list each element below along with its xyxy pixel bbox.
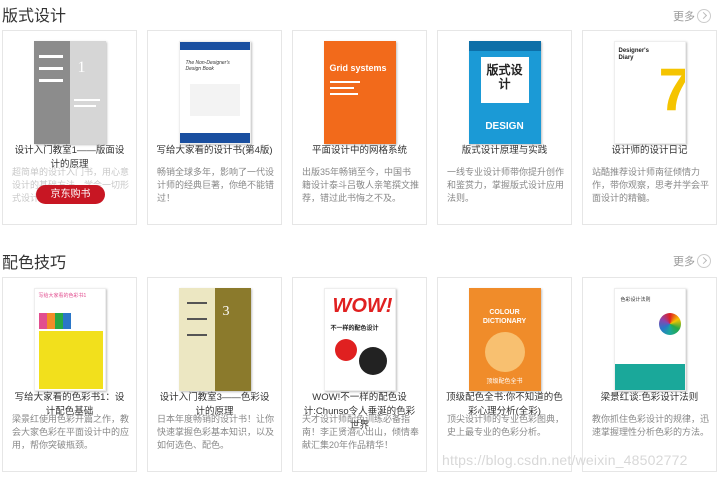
book-title[interactable]: 梁景红谈:色彩设计法则 (591, 391, 708, 405)
book-card[interactable]: 写给大家看的色彩书1 写给大家看的色彩书1：设计配色基础 梁景红使用色彩开篇之作… (2, 277, 137, 472)
book-description: 梁景红使用色彩开篇之作，教会大家色彩在平面设计中的应用，帮你突破瓶颈。 (12, 414, 130, 450)
book-description: 一线专业设计师带你提升创作和鉴赏力，掌握版式设计应用法则。 (447, 167, 565, 203)
book-title[interactable]: 版式设计原理与实践 (446, 144, 563, 158)
book-title[interactable]: 平面设计中的网格系统 (301, 144, 418, 158)
book-description: 日本年度畅销的设计书！让你快速掌握色彩基本知识，以及如何选色、配色。 (157, 414, 275, 450)
book-description: 天才设计师配色训练必备指南！李正贤潜心出山，倾情奉献汇集20年作品精华！ (302, 414, 420, 450)
book-cover: COLOUR DICTIONARY 顶级配色全书 (468, 288, 541, 391)
book-card[interactable]: Designer's Diary 7 设计师的设计日记 站酷推荐设计师南征倾情力… (582, 30, 717, 225)
book-card[interactable]: Grid systems 平面设计中的网格系统 出版35年畅销至今，中国书籍设计… (292, 30, 427, 225)
more-link-color[interactable]: 更多 (673, 253, 711, 269)
book-card[interactable]: 色彩设计法则 梁景红谈:色彩设计法则 教你抓住色彩设计的规律，迅速掌握理性分析色… (582, 277, 717, 472)
book-cover: 色彩设计法则 (613, 288, 686, 391)
book-card[interactable]: 1 设计入门教室1——版面设计的原理 超简单的设计入门书，用心意设计的基础方法，… (2, 30, 137, 225)
book-cover: WOW! 不一样的配色设计 (323, 288, 396, 391)
book-card[interactable]: WOW! 不一样的配色设计 WOW!不一样的配色设计:Chunso令人垂涎的色彩… (292, 277, 427, 472)
book-card[interactable]: 版式设计 DESIGN 版式设计原理与实践 一线专业设计师带你提升创作和鉴赏力，… (437, 30, 572, 225)
book-description: 站酷推荐设计师南征倾情力作，带你观察，思考并学会平面设计的精髓。 (592, 167, 710, 203)
book-title[interactable]: 设计师的设计日记 (591, 144, 708, 158)
book-cover: Designer's Diary 7 (613, 41, 686, 144)
chevron-right-icon (697, 254, 711, 268)
more-link-layout[interactable]: 更多 (673, 8, 711, 24)
book-cover: 1 (33, 41, 106, 144)
book-grid-layout: 1 设计入门教室1——版面设计的原理 超简单的设计入门书，用心意设计的基础方法，… (2, 30, 717, 227)
book-description: 畅销全球多年，影响了一代设计师的经典巨著，你绝不能错过！ (157, 167, 275, 203)
section-title-layout: 版式设计 (2, 8, 67, 25)
book-cover: 3 (178, 288, 251, 391)
book-description: 顶尖设计师的专业色彩图典，史上最专业的色彩分析。 (447, 414, 565, 437)
book-description: 出版35年畅销至今，中国书籍设计泰斗吕敬人亲笔撰文推荐，错过此书悔之不及。 (302, 167, 420, 203)
more-label: 更多 (673, 11, 695, 23)
buy-button[interactable]: 京东购书 (36, 185, 105, 204)
section-title-color: 配色技巧 (2, 255, 67, 272)
book-card[interactable]: The Non-Designer's Design Book 写给大家看的设计书… (147, 30, 282, 225)
book-cover: The Non-Designer's Design Book (178, 41, 251, 144)
book-card[interactable]: 3 设计入门教室3——色彩设计的原理 日本年度畅销的设计书！让你快速掌握色彩基本… (147, 277, 282, 472)
book-cover: Grid systems (323, 41, 396, 144)
book-title[interactable]: 写给大家看的设计书(第4版) (156, 144, 273, 158)
book-grid-color: 写给大家看的色彩书1 写给大家看的色彩书1：设计配色基础 梁景红使用色彩开篇之作… (2, 277, 717, 474)
book-card[interactable]: COLOUR DICTIONARY 顶级配色全书 顶级配色全书:你不知道的色彩心… (437, 277, 572, 472)
watermark: https://blog.csdn.net/weixin_48502772 (442, 452, 688, 468)
book-description: 教你抓住色彩设计的规律，迅速掌握理性分析色彩的方法。 (592, 414, 710, 437)
book-cover: 版式设计 DESIGN (468, 41, 541, 144)
more-label: 更多 (673, 256, 695, 268)
book-cover: 写给大家看的色彩书1 (33, 288, 106, 391)
chevron-right-icon (697, 9, 711, 23)
